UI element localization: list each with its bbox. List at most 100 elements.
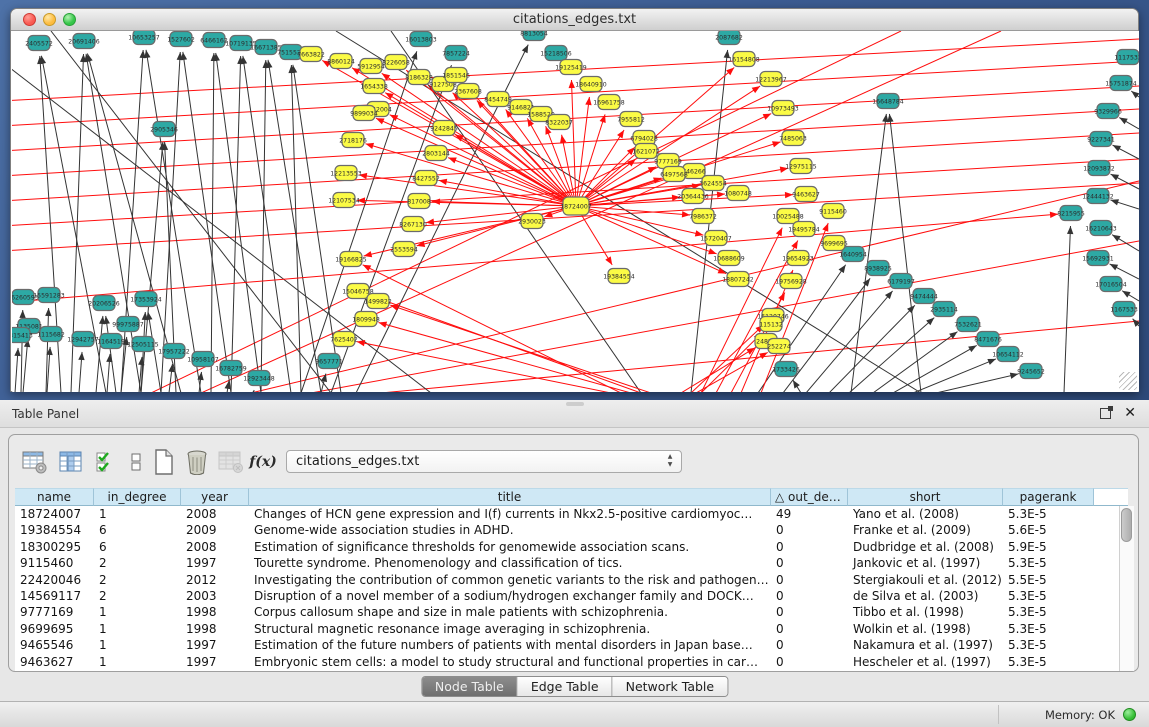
table-row[interactable]: 1830029562008Estimation of significance … [15, 539, 1128, 555]
graph-edge[interactable] [889, 114, 921, 392]
graph-edge[interactable] [390, 305, 651, 392]
graph-edge[interactable] [161, 52, 180, 392]
graph-edge[interactable] [576, 97, 589, 206]
table-row[interactable]: 1872400712008Changes of HCN gene express… [15, 506, 1128, 522]
edge-arrow-icon [411, 51, 417, 60]
graph-edge[interactable] [231, 56, 241, 392]
graph-node-label: 8186328 [405, 74, 433, 81]
table-cell: 22420046 [15, 572, 94, 588]
table-cell: 9699695 [15, 621, 94, 637]
edge-arrow-icon [40, 56, 46, 64]
table-cell: Dudbridge et al. (2008) [848, 539, 1003, 555]
splitter-handle[interactable] [566, 402, 584, 406]
graph-edge[interactable] [1064, 226, 1070, 392]
graph-edge[interactable] [261, 60, 266, 392]
delete-button[interactable] [183, 448, 211, 476]
table-cell: 9463627 [15, 654, 94, 670]
table-cell: 1997 [181, 637, 249, 653]
table-type-tabs: Node TableEdge TableNetwork Table [421, 676, 728, 697]
float-panel-icon[interactable] [1100, 408, 1111, 419]
table-cell: 2003 [181, 588, 249, 604]
graph-edge[interactable] [829, 305, 915, 392]
table-row[interactable]: 946362711997Embryonic stem cells: a mode… [15, 654, 1128, 670]
edge-arrow-icon [1111, 174, 1120, 181]
graph-edge[interactable] [216, 53, 261, 392]
graph-node-label: 9899034 [350, 110, 378, 117]
graph-node-label: 15591283 [33, 292, 65, 299]
graph-node-label: 2905346 [150, 126, 178, 133]
graph-node-label: 8813054 [520, 31, 548, 37]
row-height-button[interactable] [122, 448, 150, 476]
tab-edge-table[interactable]: Edge Table [518, 677, 613, 696]
new-file-button[interactable] [150, 448, 178, 476]
table-scrollbar[interactable] [1119, 506, 1134, 671]
graph-edge[interactable] [696, 352, 768, 392]
table-row[interactable]: 946554611997Estimation of the future num… [15, 637, 1128, 653]
edge-arrow-icon [987, 359, 996, 365]
select-rows-check-button[interactable] [92, 448, 120, 476]
close-panel-icon[interactable]: ✕ [1124, 405, 1136, 421]
graph-edge[interactable] [12, 109, 1139, 176]
new-file-icon [153, 449, 175, 475]
table-row[interactable]: 969969511998Structural magnetic resonanc… [15, 621, 1128, 637]
row-height-icon [129, 450, 143, 474]
column-header-name[interactable]: name [15, 488, 94, 506]
graph-node-label: 18724007 [560, 203, 592, 210]
graph-edge[interactable] [893, 345, 977, 392]
table-cell: 1 [94, 637, 181, 653]
table-row[interactable]: 977716911998Corpus callosum shape and si… [15, 604, 1128, 620]
table-scrollbar-thumb[interactable] [1121, 508, 1132, 542]
edge-arrow-icon [432, 198, 440, 204]
graph-node-label: 10973493 [767, 105, 799, 112]
graph-edge[interactable] [426, 206, 576, 223]
table-row[interactable]: 1938455462009Genome-wide association stu… [15, 522, 1128, 538]
delete-table-button[interactable] [217, 448, 245, 476]
graph-node-label: 19495784 [788, 226, 820, 233]
edge-arrow-icon [144, 50, 150, 58]
memory-ok-icon [1123, 708, 1136, 721]
column-header-outde[interactable]: △ out_de… [771, 488, 848, 506]
edge-arrow-icon [791, 240, 798, 249]
function-builder-button[interactable]: f(x) [249, 448, 277, 476]
desktop-background: citations_edges.txt 24055722069140610653… [0, 0, 1149, 400]
table-cell: 0 [771, 539, 848, 555]
column-header-year[interactable]: year [181, 488, 249, 506]
graph-edge[interactable] [183, 52, 231, 392]
edge-arrow-icon [426, 219, 434, 225]
graph-edge[interactable] [913, 359, 996, 392]
tab-node-table[interactable]: Node Table [422, 677, 518, 696]
column-header-indegree[interactable]: in_degree [94, 488, 181, 506]
table-select-dropdown[interactable]: citations_edges.txt ▲▼ [286, 450, 682, 473]
resize-grip-icon[interactable] [1119, 372, 1137, 390]
tab-network-table[interactable]: Network Table [613, 677, 728, 696]
network-canvas[interactable]: 2405572206914061065325715276026466162107… [12, 31, 1139, 392]
graph-node-label: 16210643 [1085, 225, 1117, 232]
table-row[interactable]: 1456911722003Disruption of a novel membe… [15, 588, 1128, 604]
column-header-short[interactable]: short [848, 488, 1003, 506]
graph-node-label: 6794028 [630, 135, 658, 142]
network-graph[interactable]: 2405572206914061065325715276026466162107… [12, 31, 1139, 392]
graph-edge[interactable] [243, 56, 291, 392]
select-column-button[interactable] [57, 448, 85, 476]
table-cell: 2009 [181, 522, 249, 538]
graph-edge[interactable] [211, 53, 214, 392]
table-row[interactable]: 911546021997Tourette syndrome. Phenomeno… [15, 555, 1128, 571]
graph-edge[interactable] [691, 325, 764, 392]
edge-arrow-icon [14, 348, 20, 356]
column-header-pagerank[interactable]: pagerank [1003, 488, 1094, 506]
edge-arrow-icon [181, 52, 187, 60]
graph-node-label: 16154808 [728, 56, 760, 63]
table-cell: Hescheler et al. (1997) [848, 654, 1003, 670]
graph-node-label: 10025488 [772, 213, 804, 220]
graph-edge[interactable] [936, 374, 1018, 392]
graph-node-label: 8471676 [974, 336, 1002, 343]
graph-edge[interactable] [96, 316, 103, 392]
table-row[interactable]: 2242004622012Investigating the contribut… [15, 572, 1128, 588]
graph-edge[interactable] [576, 114, 605, 206]
table-settings-button[interactable] [21, 448, 49, 476]
table-cell: 1997 [181, 555, 249, 571]
column-header-title[interactable]: title [249, 488, 771, 506]
table-cell: 5.3E-5 [1003, 588, 1094, 604]
graph-edge[interactable] [365, 144, 576, 206]
window-titlebar[interactable]: citations_edges.txt [11, 9, 1138, 31]
